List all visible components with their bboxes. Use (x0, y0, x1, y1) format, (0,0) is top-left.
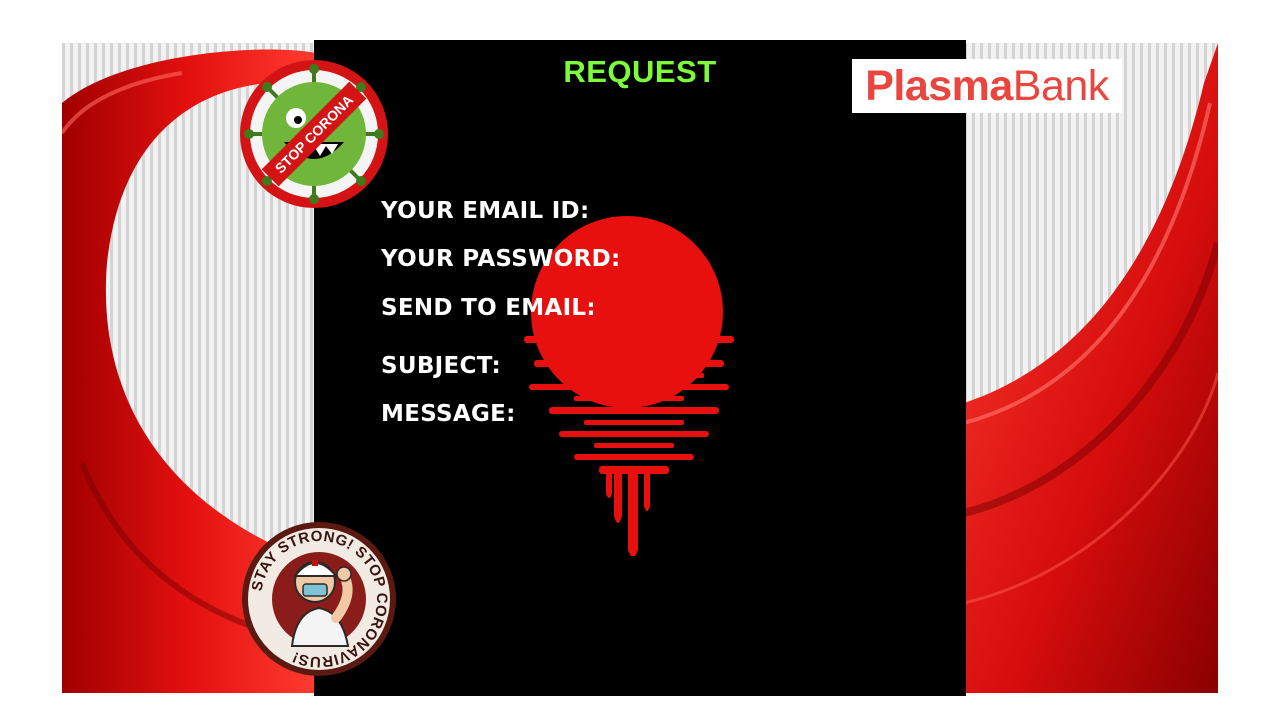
plasmabank-logo: Plasma Bank (852, 59, 1122, 113)
message-label: MESSAGE: (381, 401, 516, 427)
right-decor-panel (964, 43, 1218, 693)
logo-bank-text: Bank (1012, 61, 1110, 110)
stop-corona-badge: STOP CORONA (240, 60, 388, 208)
stay-strong-badge: STAY STRONG! STOP CORONAVIRUS! (242, 522, 396, 676)
logo-plasma-text: Plasma (865, 61, 1013, 110)
subject-label: SUBJECT: (381, 353, 501, 379)
password-label: YOUR PASSWORD: (381, 246, 621, 272)
email-id-label: YOUR EMAIL ID: (381, 198, 590, 224)
request-panel: REQUEST YOUR EMAIL ID: YOUR PASSWORD: SE… (314, 40, 966, 696)
send-to-email-label: SEND TO EMAIL: (381, 295, 596, 321)
